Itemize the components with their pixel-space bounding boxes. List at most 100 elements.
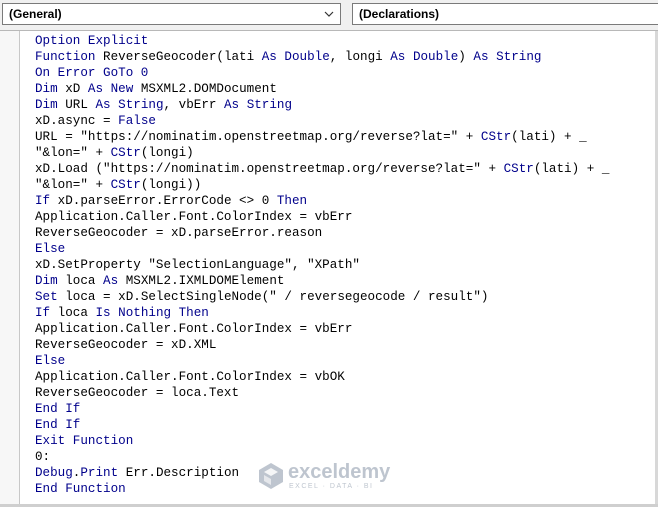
code-keyword: If (35, 306, 51, 320)
code-line[interactable]: On Error GoTo 0 (35, 65, 654, 81)
code-text: xD.Load ("https://nominatim.openstreetma… (35, 162, 504, 176)
watermark-tagline: EXCEL · DATA · BI (289, 482, 374, 490)
code-editor[interactable]: Option Explicit Function ReverseGeocoder(… (0, 30, 658, 507)
code-keyword: Exit Function (35, 434, 134, 448)
code-text: ReverseGeocoder = xD.parseError.reason (35, 226, 323, 240)
chevron-down-icon[interactable] (322, 4, 336, 24)
code-line[interactable]: xD.async = False (35, 113, 654, 129)
object-combo-box[interactable]: (General) (2, 3, 341, 25)
code-line[interactable]: xD.Load ("https://nominatim.openstreetma… (35, 161, 654, 177)
code-line[interactable]: URL = "https://nominatim.openstreetmap.o… (35, 129, 654, 145)
code-keyword: String (496, 50, 542, 64)
code-keyword: Else (35, 242, 66, 256)
code-keyword: As New (87, 82, 134, 96)
code-line[interactable]: Set loca = xD.SelectSingleNode(" / rever… (35, 289, 654, 305)
code-keyword: As (224, 98, 240, 112)
code-line[interactable]: Exit Function (35, 433, 654, 449)
code-keyword: Set (35, 290, 58, 304)
code-text: "&lon=" + (35, 178, 111, 192)
code-keyword: CStr (480, 130, 512, 144)
code-line[interactable]: Application.Caller.Font.ColorIndex = vbE… (35, 209, 654, 225)
code-text: URL (57, 98, 96, 112)
code-keyword: Print (80, 466, 119, 480)
watermark-name: exceldemy (288, 460, 391, 483)
code-keyword: False (118, 114, 156, 128)
code-text: 0: (35, 450, 51, 464)
code-text: ReverseGeocoder(lati (95, 50, 262, 64)
code-text: ReverseGeocoder = xD.XML (35, 338, 217, 352)
code-text: xD.SetProperty "SelectionLanguage", "XPa… (35, 258, 360, 272)
object-combo-value: (General) (9, 7, 62, 21)
code-line[interactable]: Function ReverseGeocoder(lati As Double,… (35, 49, 654, 65)
code-text: "&lon=" + (35, 146, 111, 160)
code-line[interactable]: If xD.parseError.ErrorCode <> 0 Then (35, 193, 654, 209)
code-keyword: CStr (110, 146, 141, 160)
code-keyword: Then (276, 194, 308, 208)
code-text: loca (57, 274, 104, 288)
code-keyword: As (261, 50, 277, 64)
code-text: ) (458, 50, 474, 64)
code-text-area[interactable]: Option Explicit Function ReverseGeocoder(… (35, 33, 654, 497)
procedure-combo-box[interactable]: (Declarations) (352, 3, 658, 25)
code-keyword: As (103, 274, 119, 288)
code-line[interactable]: End If (35, 417, 654, 433)
code-keyword: Is Nothing Then (95, 306, 209, 320)
code-keyword: Function (35, 50, 96, 64)
code-text: (longi)) (140, 178, 202, 192)
code-text: MSXML2.DOMDocument (133, 82, 277, 96)
code-keyword: Dim (35, 98, 58, 112)
code-text: ReverseGeocoder = loca.Text (35, 386, 240, 400)
code-line[interactable]: "&lon=" + CStr(longi) (35, 145, 654, 161)
code-keyword: End If (35, 402, 81, 416)
watermark-logo: exceldemy EXCEL · DATA · BI (258, 460, 390, 492)
margin-indicator-bar[interactable] (0, 31, 20, 507)
code-line[interactable]: Else (35, 353, 654, 369)
code-text: (lati) + _ (533, 162, 610, 176)
code-line[interactable]: Dim xD As New MSXML2.DOMDocument (35, 81, 654, 97)
code-keyword: Debug (35, 466, 73, 480)
code-line[interactable]: xD.SetProperty "SelectionLanguage", "XPa… (35, 257, 654, 273)
code-keyword: As (95, 98, 111, 112)
code-line[interactable]: ReverseGeocoder = loca.Text (35, 385, 654, 401)
code-line[interactable]: ReverseGeocoder = xD.parseError.reason (35, 225, 654, 241)
code-text: xD (57, 82, 88, 96)
code-keyword: Dim (35, 82, 58, 96)
code-text: , vbErr (163, 98, 224, 112)
code-line[interactable]: Option Explicit (35, 33, 654, 49)
code-text: loca = xD.SelectSingleNode(" / reversege… (57, 290, 489, 304)
code-text: (lati) + _ (511, 130, 587, 144)
code-text: Application.Caller.Font.ColorIndex = vbE… (35, 322, 353, 336)
code-keyword: As (390, 50, 406, 64)
code-text: , longi (329, 50, 391, 64)
code-keyword: Dim (35, 274, 58, 288)
code-text: Application.Caller.Font.ColorIndex = vbE… (35, 210, 353, 224)
code-line[interactable]: Application.Caller.Font.ColorIndex = vbO… (35, 369, 654, 385)
code-keyword: Double (284, 50, 330, 64)
code-line[interactable]: ReverseGeocoder = xD.XML (35, 337, 654, 353)
code-keyword: CStr (110, 178, 141, 192)
code-text: xD.async = (35, 114, 119, 128)
code-keyword: If (35, 194, 51, 208)
code-line[interactable]: End If (35, 401, 654, 417)
code-line[interactable]: Dim URL As String, vbErr As String (35, 97, 654, 113)
code-text: xD.parseError.ErrorCode <> 0 (50, 194, 277, 208)
code-text: MSXML2.IXMLDOMElement (118, 274, 285, 288)
code-line[interactable]: Else (35, 241, 654, 257)
code-line[interactable]: If loca Is Nothing Then (35, 305, 654, 321)
code-text: loca (50, 306, 96, 320)
code-window-toolbar: (General) (Declarations) (0, 0, 658, 30)
code-line[interactable]: "&lon=" + CStr(longi)) (35, 177, 654, 193)
code-keyword: Else (35, 354, 66, 368)
code-line[interactable]: Dim loca As MSXML2.IXMLDOMElement (35, 273, 654, 289)
code-text: Err.Description (118, 466, 240, 480)
code-line[interactable]: Application.Caller.Font.ColorIndex = vbE… (35, 321, 654, 337)
code-keyword: On Error GoTo 0 (35, 66, 149, 80)
code-keyword: Double (412, 50, 459, 64)
code-text: (longi) (140, 146, 194, 160)
watermark-text: exceldemy EXCEL · DATA · BI (288, 462, 390, 491)
code-keyword: String (118, 98, 164, 112)
code-text: Application.Caller.Font.ColorIndex = vbO… (35, 370, 345, 384)
